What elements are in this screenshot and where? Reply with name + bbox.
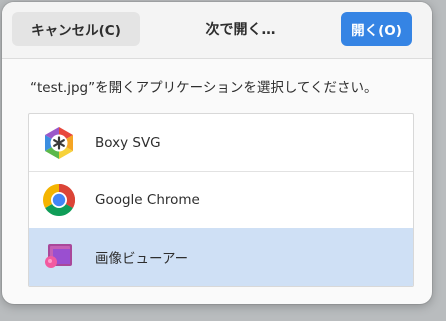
app-name: Google Chrome (95, 191, 200, 208)
open-button[interactable]: 開く(O) (341, 12, 412, 46)
prompt-text: “test.jpg”を開くアプリケーションを選択してください。 (30, 80, 378, 96)
cancel-button[interactable]: キャンセル(C) (12, 12, 140, 46)
app-name: 画像ビューアー (95, 251, 189, 267)
app-row-boxy-svg[interactable]: Boxy SVG (29, 114, 413, 172)
chrome-icon (41, 182, 77, 218)
open-with-dialog: キャンセル(C) 次で開く… 開く(O) “test.jpg”を開くアプリケーシ… (2, 2, 432, 304)
app-list: Boxy SVG Google Chrome 画像ビューアー (28, 113, 414, 287)
dialog-header: キャンセル(C) 次で開く… 開く(O) (2, 2, 432, 59)
app-row-image-viewer[interactable]: 画像ビューアー (29, 228, 413, 286)
boxy-svg-icon (41, 125, 77, 161)
dialog-title: 次で開く… (205, 22, 276, 38)
image-viewer-icon (41, 239, 77, 275)
app-row-google-chrome[interactable]: Google Chrome (29, 171, 413, 229)
app-name: Boxy SVG (95, 134, 161, 151)
